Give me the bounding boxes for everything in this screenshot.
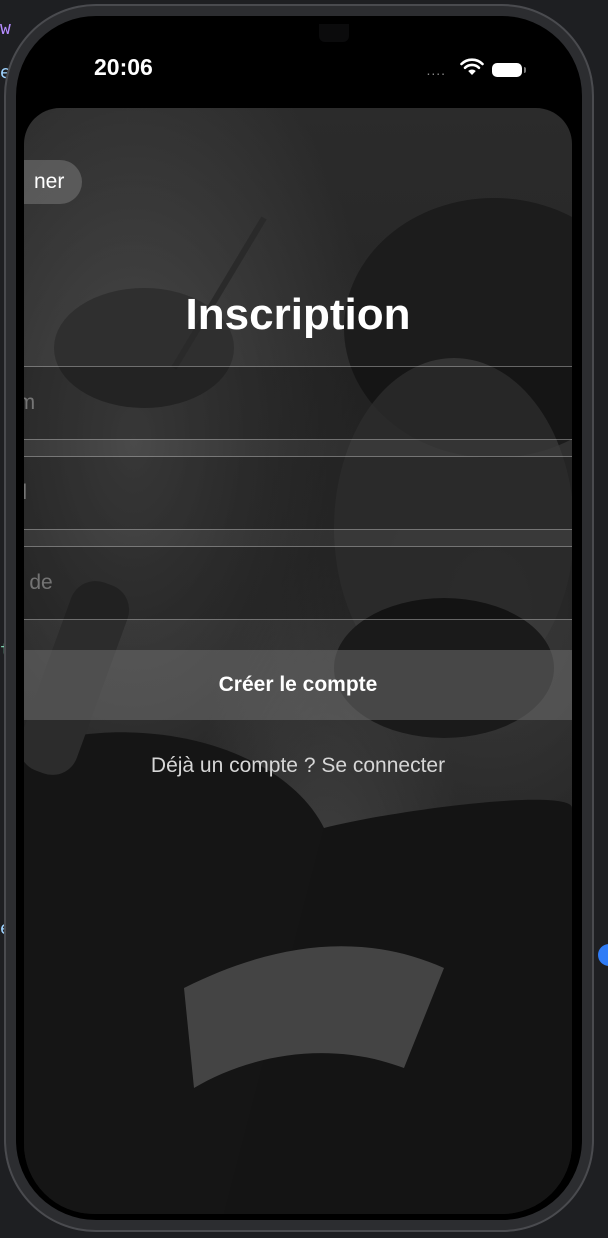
back-button-label: ner xyxy=(34,170,65,193)
email-input[interactable] xyxy=(24,457,554,529)
editor-fragment: w xyxy=(0,18,11,39)
password-field[interactable] xyxy=(24,546,572,620)
phone-screen: 20:06 .... ner Inscription om ail Créer … xyxy=(24,24,572,1214)
status-time: 20:06 xyxy=(94,54,153,80)
wifi-icon xyxy=(460,58,484,81)
create-account-button[interactable]: Créer le compte xyxy=(24,650,572,720)
email-field[interactable] xyxy=(24,456,572,530)
status-icons: .... xyxy=(426,58,526,81)
back-button[interactable]: ner xyxy=(24,160,83,204)
battery-icon xyxy=(492,62,526,77)
registration-sheet: ner Inscription Créer le compte Déjà un … xyxy=(24,108,572,1214)
dynamic-island xyxy=(214,24,382,82)
page-title: Inscription xyxy=(185,290,411,339)
editor-indicator xyxy=(598,944,608,966)
signal-dots: .... xyxy=(426,61,446,78)
login-link[interactable]: Déjà un compte ? Se connecter xyxy=(24,754,572,778)
password-input[interactable] xyxy=(24,547,554,619)
name-field[interactable] xyxy=(24,366,572,440)
camera-icon xyxy=(319,24,349,42)
name-input[interactable] xyxy=(24,367,554,439)
